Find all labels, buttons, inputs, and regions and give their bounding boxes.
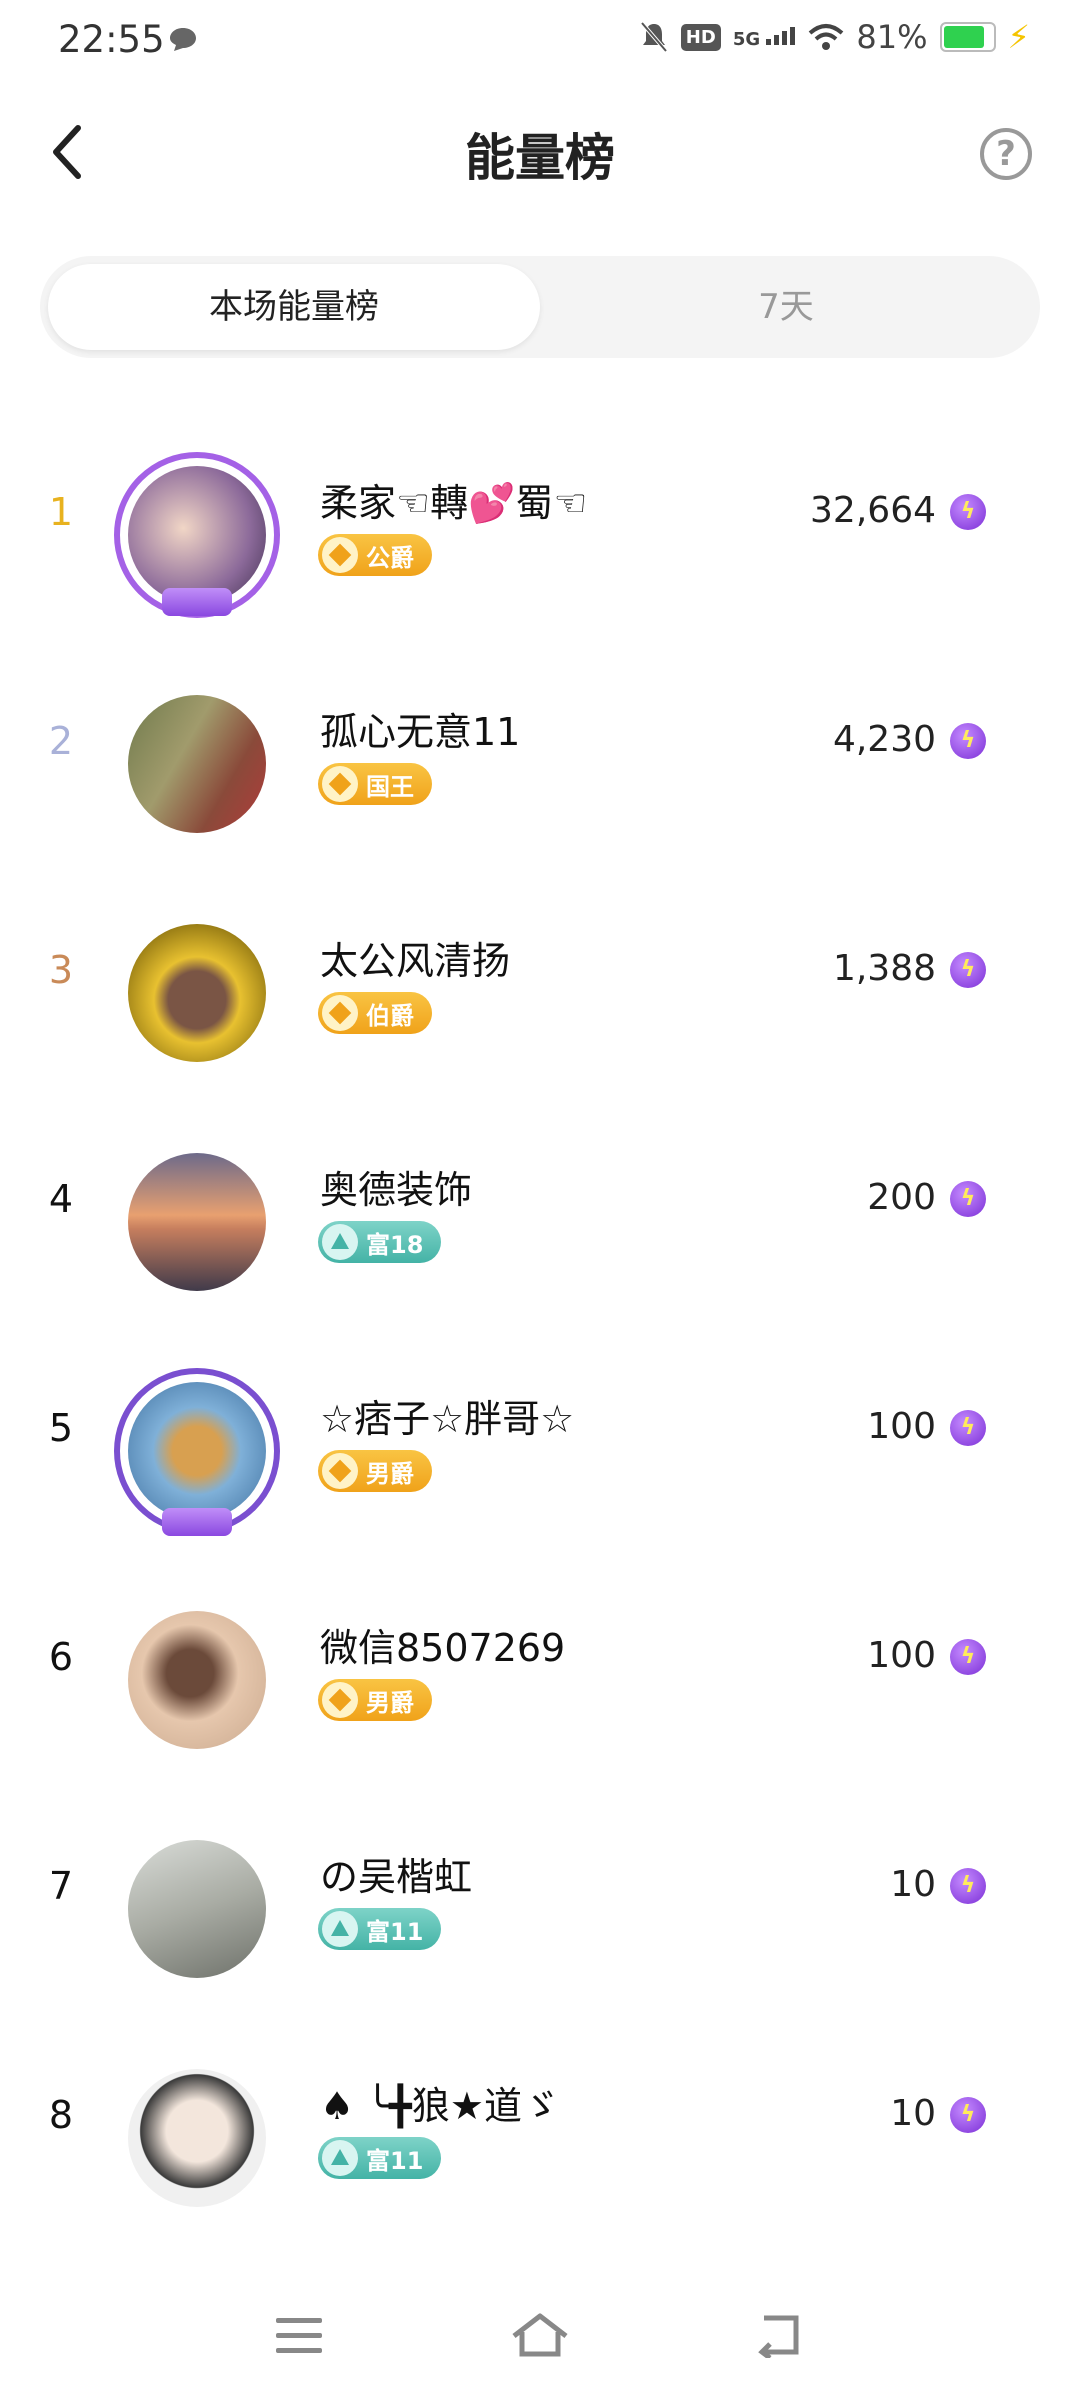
avatar[interactable] xyxy=(128,1840,266,1978)
list-item[interactable]: 3 太公风清扬 伯爵 1,388 ϟ xyxy=(0,878,1080,1107)
list-item[interactable]: 7 の吴楷虹 富11 10 ϟ xyxy=(0,1794,1080,2023)
user-name: ♠ ╰╋狼★道ゞ xyxy=(320,2084,560,2128)
rank-number: 2 xyxy=(48,719,74,763)
energy-icon: ϟ xyxy=(950,494,986,530)
energy-icon: ϟ xyxy=(950,1639,986,1675)
energy-icon: ϟ xyxy=(950,1868,986,1904)
network-label: 5G xyxy=(732,29,761,50)
avatar-frame-ornament xyxy=(162,588,232,616)
user-name: 孤心无意11 xyxy=(320,710,521,754)
avatar[interactable] xyxy=(128,924,266,1062)
level-badge: 伯爵 xyxy=(318,992,432,1034)
energy-score: 100 xyxy=(867,1406,936,1447)
badge-label: 伯爵 xyxy=(366,1001,414,1030)
user-name: 太公风清扬 xyxy=(320,939,511,983)
badge-label: 国王 xyxy=(366,772,414,801)
user-name: の吴楷虹 xyxy=(320,1855,473,1899)
energy-score: 4,230 xyxy=(832,719,936,760)
system-nav-bar xyxy=(0,2300,1080,2380)
level-badge: 男爵 xyxy=(318,1450,432,1492)
energy-score: 200 xyxy=(867,1177,936,1218)
status-bar: 22:55 HD 5G 81% ⚡ xyxy=(0,0,1080,84)
badge-label: 富11 xyxy=(366,2146,424,2175)
energy-icon: ϟ xyxy=(950,952,986,988)
battery-icon xyxy=(939,22,996,52)
badge-diamond-icon xyxy=(322,537,358,573)
rank-number: 3 xyxy=(48,948,74,992)
wifi-icon xyxy=(809,24,844,50)
badge-label: 男爵 xyxy=(366,1459,414,1488)
avatar[interactable] xyxy=(128,1611,266,1749)
list-item[interactable]: 5 ☆痞子☆胖哥☆ 男爵 100 ϟ xyxy=(0,1336,1080,1565)
energy-score: 32,664 xyxy=(810,490,936,531)
list-item[interactable]: 8 ♠ ╰╋狼★道ゞ 富11 10 ϟ xyxy=(0,2023,1080,2252)
rank-number: 7 xyxy=(48,1864,74,1908)
tab-7-days[interactable]: 7天 xyxy=(540,264,1032,350)
help-icon[interactable]: ? xyxy=(980,128,1032,180)
level-badge: 公爵 xyxy=(318,534,432,576)
energy-score: 10 xyxy=(890,1864,936,1905)
signal-icon: 5G xyxy=(733,25,797,49)
energy-icon: ϟ xyxy=(950,2097,986,2133)
rank-number: 8 xyxy=(48,2093,74,2137)
user-name: 柔家☜轉💕蜀☜ xyxy=(320,481,588,525)
list-item[interactable]: 6 微信8507269 男爵 100 ϟ xyxy=(0,1565,1080,1794)
avatar[interactable] xyxy=(128,1153,266,1291)
message-icon xyxy=(170,28,196,51)
avatar-frame-ornament xyxy=(162,1508,232,1536)
badge-diamond-icon xyxy=(322,1453,358,1489)
energy-score: 10 xyxy=(890,2093,936,2134)
level-badge: 国王 xyxy=(318,763,432,805)
badge-label: 男爵 xyxy=(366,1688,414,1717)
page-title: 能量榜 xyxy=(465,129,615,187)
avatar[interactable] xyxy=(128,2069,266,2207)
list-item[interactable]: 1 柔家☜轉💕蜀☜ 公爵 32,664 ϟ xyxy=(0,420,1080,649)
list-item[interactable]: 2 孤心无意11 国王 4,230 ϟ xyxy=(0,649,1080,878)
battery-percent: 81% xyxy=(856,18,928,56)
avatar[interactable] xyxy=(128,695,266,833)
energy-icon: ϟ xyxy=(950,1181,986,1217)
badge-diamond-icon xyxy=(322,766,358,802)
level-badge: 富11 xyxy=(318,1908,442,1950)
level-badge: 富18 xyxy=(318,1221,442,1263)
badge-triangle-icon xyxy=(322,1224,358,1260)
rank-number: 6 xyxy=(48,1635,74,1679)
badge-triangle-icon xyxy=(322,2140,358,2176)
back-nav-icon[interactable] xyxy=(756,2312,806,2358)
energy-score: 100 xyxy=(867,1635,936,1676)
rank-number: 5 xyxy=(48,1406,74,1450)
energy-score: 1,388 xyxy=(832,948,936,989)
rank-number: 4 xyxy=(48,1177,74,1221)
user-name: 奥德装饰 xyxy=(320,1168,473,1212)
user-name: 微信8507269 xyxy=(320,1626,566,1670)
tab-bar: 本场能量榜 7天 xyxy=(40,256,1040,358)
rank-number: 1 xyxy=(48,490,74,534)
badge-label: 富11 xyxy=(366,1917,424,1946)
badge-label: 公爵 xyxy=(366,543,414,572)
charging-icon: ⚡ xyxy=(1007,18,1030,56)
tab-current-session[interactable]: 本场能量榜 xyxy=(48,264,540,350)
level-badge: 富11 xyxy=(318,2137,442,2179)
badge-label: 富18 xyxy=(366,1230,424,1259)
status-time: 22:55 xyxy=(58,18,165,61)
menu-icon[interactable] xyxy=(276,2318,322,2363)
list-item[interactable]: 4 奥德装饰 富18 200 ϟ xyxy=(0,1107,1080,1336)
hd-icon: HD xyxy=(680,23,721,51)
level-badge: 男爵 xyxy=(318,1679,432,1721)
mute-bell-icon xyxy=(640,21,668,53)
badge-triangle-icon xyxy=(322,1911,358,1947)
home-icon[interactable] xyxy=(510,2310,570,2360)
energy-icon: ϟ xyxy=(950,1410,986,1446)
badge-diamond-icon xyxy=(322,1682,358,1718)
energy-icon: ϟ xyxy=(950,723,986,759)
badge-diamond-icon xyxy=(322,995,358,1031)
ranking-list: 1 柔家☜轉💕蜀☜ 公爵 32,664 ϟ 2 孤心无意11 国王 4,230 … xyxy=(0,420,1080,2252)
user-name: ☆痞子☆胖哥☆ xyxy=(320,1397,575,1441)
